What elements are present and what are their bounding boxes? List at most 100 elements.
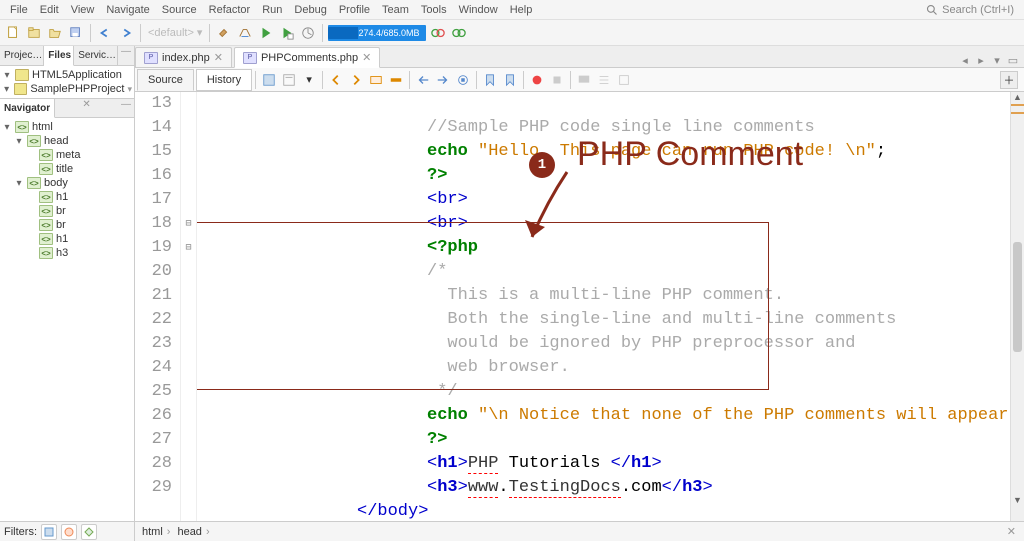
nav-title[interactable]: title: [0, 162, 134, 176]
new-project-button[interactable]: [25, 24, 43, 42]
fold-toggle-icon[interactable]: ⊟: [181, 236, 196, 260]
find-selection-icon[interactable]: [367, 71, 385, 89]
editor-tab-phpcomments[interactable]: P PHPComments.php ✕: [234, 47, 380, 68]
close-icon[interactable]: ✕: [362, 51, 371, 64]
comment-icon[interactable]: [575, 71, 593, 89]
filter-btn-3[interactable]: [81, 524, 97, 540]
tag-icon: [15, 121, 29, 133]
menu-refactor[interactable]: Refactor: [203, 2, 257, 18]
bookmark-next-icon[interactable]: [501, 71, 519, 89]
menu-file[interactable]: File: [4, 2, 34, 18]
menu-source[interactable]: Source: [156, 2, 203, 18]
toolbar-icon[interactable]: [280, 71, 298, 89]
uncomment-icon[interactable]: [595, 71, 613, 89]
build-button[interactable]: [215, 24, 233, 42]
filters-bar: Filters:: [0, 521, 134, 541]
nav-head[interactable]: head: [0, 134, 134, 148]
redo-button[interactable]: [117, 24, 135, 42]
menu-help[interactable]: Help: [504, 2, 539, 18]
menu-window[interactable]: Window: [453, 2, 504, 18]
scroll-up-icon[interactable]: ▲: [1011, 92, 1024, 102]
new-file-button[interactable]: [4, 24, 22, 42]
nav-body[interactable]: body: [0, 176, 134, 190]
tab-list-icon[interactable]: ▾: [990, 54, 1004, 67]
php-file-icon: P: [144, 52, 158, 64]
filter-btn-2[interactable]: [61, 524, 77, 540]
breadcrumb-head[interactable]: head: [174, 526, 201, 538]
menu-run[interactable]: Run: [256, 2, 288, 18]
config-dropdown[interactable]: <default> ▾: [146, 24, 204, 42]
nav-br-b[interactable]: br: [0, 218, 134, 232]
project-samplephpproject[interactable]: SamplePHPProject ▾: [0, 82, 134, 96]
menu-search[interactable]: Search (Ctrl+I): [926, 4, 1020, 16]
menu-navigate[interactable]: Navigate: [100, 2, 155, 18]
find-next-icon[interactable]: [347, 71, 365, 89]
scroll-down-icon[interactable]: ▼: [1011, 495, 1024, 505]
menu-view[interactable]: View: [65, 2, 101, 18]
left-sidebar: Projec… Files Servic… — HTML5Application…: [0, 46, 135, 541]
editor-breadcrumb: html › head › ✕: [135, 521, 1024, 541]
navigator-close[interactable]: ✕: [79, 99, 93, 117]
break-record-icon[interactable]: [528, 71, 546, 89]
find-prev-icon[interactable]: [327, 71, 345, 89]
nav-html[interactable]: html: [0, 120, 134, 134]
folder-icon: [15, 69, 29, 81]
fold-toggle-icon[interactable]: ⊟: [181, 212, 196, 236]
nav-h1-b[interactable]: h1: [0, 232, 134, 246]
nav-br-a[interactable]: br: [0, 204, 134, 218]
clean-build-button[interactable]: [236, 24, 254, 42]
bookmark-prev-icon[interactable]: [481, 71, 499, 89]
toolbar-icon[interactable]: [260, 71, 278, 89]
line-number-gutter: 131415 161718 192021 222324 252627 2829: [135, 92, 181, 521]
view-history-button[interactable]: History: [196, 69, 252, 91]
tag-icon: [39, 163, 53, 175]
tag-icon: [39, 247, 53, 259]
search-icon: [926, 4, 938, 16]
run-button[interactable]: [257, 24, 275, 42]
nav-h1-a[interactable]: h1: [0, 190, 134, 204]
breadcrumb-close[interactable]: ✕: [1007, 525, 1020, 538]
tab-navigator[interactable]: Navigator: [0, 99, 55, 118]
tab-services[interactable]: Servic…: [74, 46, 118, 65]
editor-add-button[interactable]: ＋: [1000, 71, 1018, 89]
shift-right-icon[interactable]: [434, 71, 452, 89]
shift-left-icon[interactable]: [414, 71, 432, 89]
project-html5application[interactable]: HTML5Application: [0, 68, 134, 82]
tab-projects[interactable]: Projec…: [0, 46, 44, 65]
open-button[interactable]: [46, 24, 64, 42]
tab-maximize-icon[interactable]: ▭: [1006, 54, 1020, 67]
menu-team[interactable]: Team: [376, 2, 415, 18]
tab-scroll-left-icon[interactable]: ◂: [958, 54, 972, 67]
toolbar-icon[interactable]: ▾: [300, 71, 318, 89]
view-source-button[interactable]: Source: [137, 69, 194, 91]
filter-btn-1[interactable]: [41, 524, 57, 540]
debug-button[interactable]: [278, 24, 296, 42]
editor-tab-index[interactable]: P index.php ✕: [135, 47, 232, 67]
close-icon[interactable]: ✕: [214, 51, 223, 64]
nav-h3[interactable]: h3: [0, 246, 134, 260]
tab-files[interactable]: Files: [44, 46, 74, 66]
menu-tools[interactable]: Tools: [415, 2, 453, 18]
save-all-button[interactable]: [67, 24, 85, 42]
break-stop-icon[interactable]: [548, 71, 566, 89]
tab-scroll-right-icon[interactable]: ▸: [974, 54, 988, 67]
format-icon[interactable]: [615, 71, 633, 89]
macro-start-icon[interactable]: [454, 71, 472, 89]
menu-debug[interactable]: Debug: [288, 2, 332, 18]
memory-indicator[interactable]: 274.4/685.0MB: [328, 25, 425, 41]
highlight-icon[interactable]: [387, 71, 405, 89]
profile-button[interactable]: [299, 24, 317, 42]
gc-button[interactable]: [429, 24, 447, 42]
menu-edit[interactable]: Edit: [34, 2, 65, 18]
code-area[interactable]: 131415 161718 192021 222324 252627 2829 …: [135, 92, 1024, 521]
inspect-button[interactable]: [450, 24, 468, 42]
undo-button[interactable]: [96, 24, 114, 42]
scroll-thumb[interactable]: [1013, 242, 1022, 352]
left-panel-minimize[interactable]: —: [118, 46, 134, 65]
nav-meta[interactable]: meta: [0, 148, 134, 162]
code-text[interactable]: //Sample PHP code single line comments e…: [197, 92, 1010, 521]
breadcrumb-html[interactable]: html: [139, 526, 163, 538]
navigator-minimize[interactable]: —: [118, 99, 134, 117]
vertical-scrollbar[interactable]: ▲ ▼: [1010, 92, 1024, 521]
menu-profile[interactable]: Profile: [333, 2, 376, 18]
